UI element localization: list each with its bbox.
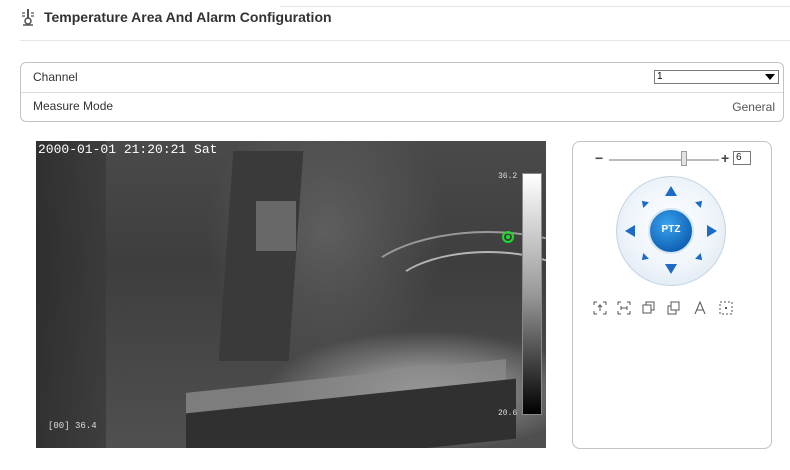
measure-mode-label: Measure Mode xyxy=(33,99,114,113)
auto-focus-icon[interactable] xyxy=(693,301,707,315)
page-title: Temperature Area And Alarm Configuration xyxy=(44,9,332,25)
iris-icon[interactable] xyxy=(719,301,733,315)
video-timestamp: 2000-01-01 21:20:21 Sat xyxy=(38,142,218,157)
temperature-colorbar xyxy=(522,173,542,415)
zoom-value-field[interactable]: 6 xyxy=(733,151,751,165)
thermal-video-view[interactable]: 2000-01-01 21:20:21 Sat 36.2 20.6 [00] 3… xyxy=(36,141,546,448)
channel-select[interactable]: 1 xyxy=(654,70,779,84)
zoom-out-button[interactable]: − xyxy=(595,150,603,166)
pan-down-icon[interactable] xyxy=(665,264,677,274)
ptz-center-label: PTZ xyxy=(661,224,681,235)
thermometer-icon xyxy=(22,9,34,26)
zoom-slider-track[interactable] xyxy=(609,159,719,161)
zoom-out-icon[interactable] xyxy=(617,301,631,315)
channel-row: Channel 1 xyxy=(21,63,783,93)
header-underline xyxy=(20,40,790,41)
temperature-scale-max: 36.2 xyxy=(498,172,518,181)
scene-wall xyxy=(36,141,106,448)
channel-label: Channel xyxy=(33,70,78,84)
pan-left-icon[interactable] xyxy=(625,225,635,237)
zoom-slider-handle[interactable] xyxy=(681,151,687,166)
channel-select-value: 1 xyxy=(657,71,663,82)
focus-far-icon[interactable] xyxy=(667,301,681,315)
hotspot-marker-icon[interactable] xyxy=(502,231,514,243)
header-divider xyxy=(280,6,790,7)
measure-mode-value: General xyxy=(732,100,775,114)
temperature-readout: [00] 36.4 xyxy=(48,421,97,431)
pan-up-icon[interactable] xyxy=(665,186,677,196)
focus-near-icon[interactable] xyxy=(642,301,656,315)
scene-cabinet xyxy=(218,151,304,361)
page-header: Temperature Area And Alarm Configuration xyxy=(20,6,790,42)
scene-box xyxy=(256,201,296,251)
chevron-down-icon xyxy=(765,74,775,80)
zoom-in-button[interactable]: + xyxy=(721,150,729,166)
temperature-scale-min: 20.6 xyxy=(498,409,518,418)
measure-mode-row: Measure Mode General xyxy=(21,92,783,121)
ptz-control-panel: − + 6 PTZ xyxy=(572,141,772,449)
pan-right-icon[interactable] xyxy=(707,225,717,237)
zoom-in-icon[interactable] xyxy=(593,301,607,315)
channel-config-panel: Channel 1 Measure Mode General xyxy=(20,62,784,122)
